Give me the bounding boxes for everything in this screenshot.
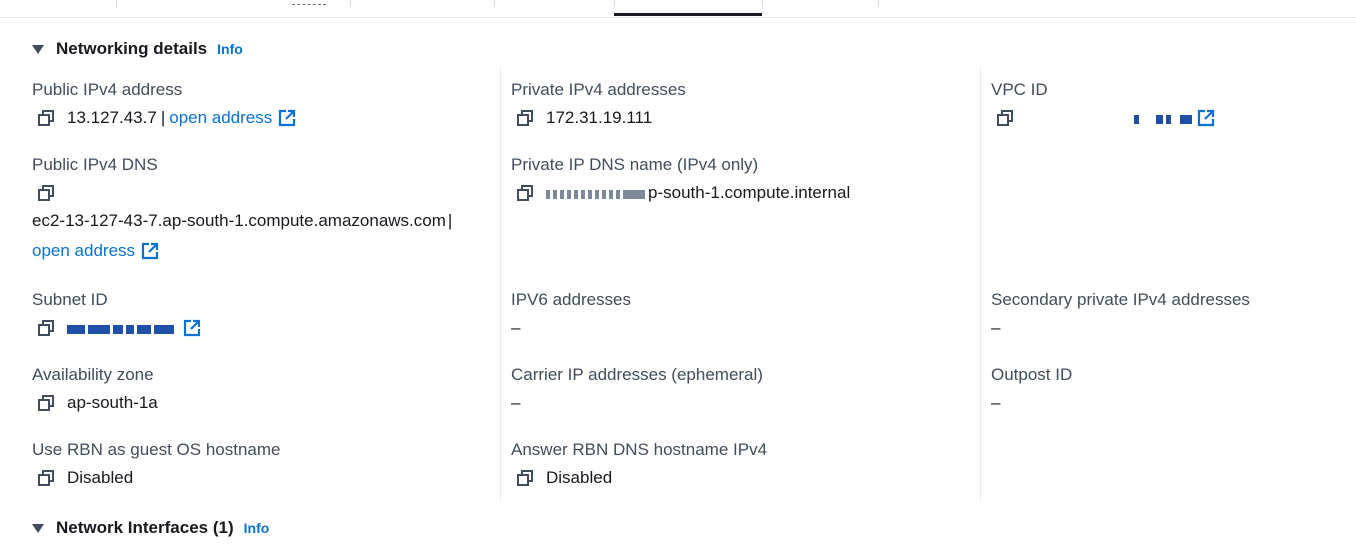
external-link-icon[interactable]: [1197, 109, 1215, 127]
carrier-ip-value: –: [511, 393, 521, 412]
outpost-id-field: Outpost ID –: [991, 365, 1072, 414]
redacted-vpc-id[interactable]: [1134, 111, 1195, 125]
copy-icon[interactable]: [36, 108, 56, 128]
public-ipv4-dns-value: ec2-13-127-43-7.ap-south-1.compute.amazo…: [32, 211, 446, 230]
availability-zone-value: ap-south-1a: [67, 393, 158, 412]
secondary-private-ipv4-value: –: [991, 318, 1001, 337]
copy-icon[interactable]: [36, 393, 56, 413]
secondary-private-ipv4-field: Secondary private IPv4 addresses –: [991, 290, 1250, 339]
public-ipv4-dns-field: Public IPv4 DNS ec2-13-127-43-7.ap-south…: [32, 155, 456, 262]
ipv6-field: IPV6 addresses –: [511, 290, 631, 339]
copy-icon[interactable]: [995, 108, 1015, 128]
copy-icon[interactable]: [36, 468, 56, 488]
caret-down-icon[interactable]: [32, 44, 44, 54]
tab-separator: [614, 0, 615, 7]
copy-icon[interactable]: [515, 468, 535, 488]
tab-separator: [116, 0, 117, 7]
field-label: Use RBN as guest OS hostname: [32, 440, 281, 459]
separator-pipe: |: [447, 211, 453, 230]
tab-underline-dashed: [292, 0, 326, 5]
field-label: Availability zone: [32, 365, 154, 384]
open-address-link[interactable]: open address: [169, 108, 272, 128]
subnet-id-field: Subnet ID: [32, 290, 201, 339]
copy-icon[interactable]: [515, 108, 535, 128]
section-title: Network Interfaces (1): [56, 518, 234, 537]
external-link-icon[interactable]: [141, 242, 159, 260]
field-label: Subnet ID: [32, 290, 108, 309]
field-label: Answer RBN DNS hostname IPv4: [511, 440, 768, 459]
field-label: Outpost ID: [991, 365, 1073, 384]
tab-separator: [878, 0, 879, 7]
private-ipv4-field: Private IPv4 addresses 172.31.19.111: [511, 80, 686, 129]
external-link-icon[interactable]: [278, 109, 296, 127]
use-rbn-value: Disabled: [67, 468, 134, 487]
tab-separator: [350, 0, 351, 7]
column-divider: [500, 66, 501, 502]
answer-rbn-value: Disabled: [546, 468, 613, 487]
column-divider: [980, 66, 981, 502]
field-label: Secondary private IPv4 addresses: [991, 290, 1250, 309]
tab-strip: [0, 0, 1356, 18]
answer-rbn-field: Answer RBN DNS hostname IPv4 Disabled: [511, 440, 767, 489]
copy-icon[interactable]: [36, 183, 56, 203]
use-rbn-field: Use RBN as guest OS hostname Disabled: [32, 440, 281, 489]
tab-active-indicator: [614, 13, 762, 16]
field-label: IPV6 addresses: [511, 290, 632, 309]
availability-zone-field: Availability zone ap-south-1a: [32, 365, 158, 414]
redacted-private-dns-prefix: [546, 186, 648, 200]
private-ip-dns-field: Private IP DNS name (IPv4 only) p-south-…: [511, 155, 850, 204]
field-label: Public IPv4 address: [32, 80, 183, 99]
tab-separator: [762, 0, 763, 7]
copy-icon[interactable]: [515, 183, 535, 203]
vpc-id-field: VPC ID: [991, 80, 1215, 129]
ipv6-value: –: [511, 318, 521, 337]
public-ipv4-value: 13.127.43.7: [67, 108, 157, 127]
outpost-id-value: –: [991, 393, 1001, 412]
field-label: Private IPv4 addresses: [511, 80, 686, 99]
networking-details-header[interactable]: Networking details Info: [32, 37, 243, 61]
tab-separator: [494, 0, 495, 7]
separator-pipe: |: [160, 108, 166, 127]
field-label: Carrier IP addresses (ephemeral): [511, 365, 763, 384]
caret-down-icon[interactable]: [32, 523, 44, 533]
field-label: Private IP DNS name (IPv4 only): [511, 155, 759, 174]
private-ipv4-value: 172.31.19.111: [546, 108, 653, 127]
field-label: VPC ID: [991, 80, 1048, 99]
section-title: Networking details: [56, 39, 208, 58]
network-interfaces-header[interactable]: Network Interfaces (1) Info: [32, 516, 269, 540]
info-link[interactable]: Info: [217, 41, 243, 57]
info-link[interactable]: Info: [244, 520, 270, 536]
redacted-subnet-id[interactable]: [67, 321, 177, 335]
copy-icon[interactable]: [36, 318, 56, 338]
field-label: Public IPv4 DNS: [32, 155, 158, 174]
external-link-icon[interactable]: [183, 319, 201, 337]
open-address-link[interactable]: open address: [32, 241, 135, 261]
carrier-ip-field: Carrier IP addresses (ephemeral) –: [511, 365, 763, 414]
public-ipv4-field: Public IPv4 address 13.127.43.7 | open a…: [32, 80, 296, 129]
private-ip-dns-value: p-south-1.compute.internal: [648, 183, 851, 202]
